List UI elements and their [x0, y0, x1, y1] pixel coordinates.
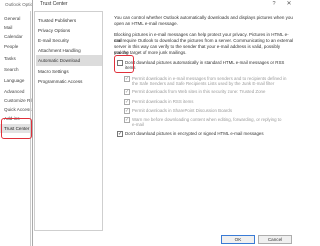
checkbox-highlight — [114, 55, 134, 73]
rss-items-checkbox[interactable]: ✓ — [124, 99, 130, 105]
trust-center-title: Trust Center — [40, 1, 68, 7]
automatic-download-panel: You can control whether Outlook automati… — [114, 0, 299, 246]
body-line-2: can require Outlook to download the pict… — [114, 38, 294, 43]
trusted-zone-checkbox[interactable]: ✓ — [124, 89, 130, 95]
safe-senders-checkbox[interactable]: ✓ — [124, 76, 130, 82]
oo-nav-general[interactable]: General — [4, 14, 20, 23]
intro-line-2: open an HTML e-mail message. — [114, 21, 178, 26]
tc-nav-automatic-download[interactable]: Automatic Download — [36, 55, 102, 66]
intro-line-1: You can control whether Outlook automati… — [114, 15, 293, 20]
oo-nav-language[interactable]: Language — [4, 76, 24, 85]
trust-center-nav: Trusted Publishers Privacy Options E-mai… — [34, 11, 103, 231]
oo-nav-people[interactable]: People — [4, 42, 18, 51]
ok-button[interactable]: OK — [221, 235, 255, 244]
warn-before-download-label-1: Warn me before downloading content when … — [132, 116, 282, 122]
oo-nav-mail[interactable]: Mail — [4, 23, 12, 32]
trusted-zone-label: Permit downloads from Web sites in this … — [132, 88, 266, 94]
trust-center-dialog: Trust Center ? ✕ Trusted Publishers Priv… — [32, 0, 300, 246]
oo-nav-search[interactable]: Search — [4, 65, 19, 74]
oo-nav-tasks[interactable]: Tasks — [4, 54, 16, 63]
safe-senders-label-2: the Safe Senders and Safe Recipients Lis… — [132, 81, 275, 86]
cancel-button[interactable]: Cancel — [258, 235, 292, 244]
sharepoint-label: Permit downloads in SharePoint Discussio… — [132, 107, 233, 113]
sharepoint-checkbox[interactable]: ✓ — [124, 108, 130, 114]
warn-before-download-label-2: e-mail — [132, 122, 144, 127]
dont-download-automatically-label-1: Don't download pictures automatically in… — [125, 59, 285, 65]
oo-nav-calendar[interactable]: Calendar — [4, 32, 23, 41]
oo-nav-advanced[interactable]: Advanced — [4, 87, 24, 96]
trust-center-highlight — [1, 118, 32, 139]
encrypted-signed-label: Don't download pictures in encrypted or … — [125, 130, 264, 136]
warn-before-download-checkbox[interactable]: ✓ — [124, 117, 130, 123]
body-line-4: you the target of more junk mailings. — [114, 50, 187, 55]
tc-nav-programmatic-access[interactable]: Programmatic Access — [38, 76, 82, 87]
rss-items-label: Permit downloads in RSS items — [132, 98, 194, 104]
encrypted-signed-checkbox[interactable]: ✓ — [117, 131, 123, 137]
